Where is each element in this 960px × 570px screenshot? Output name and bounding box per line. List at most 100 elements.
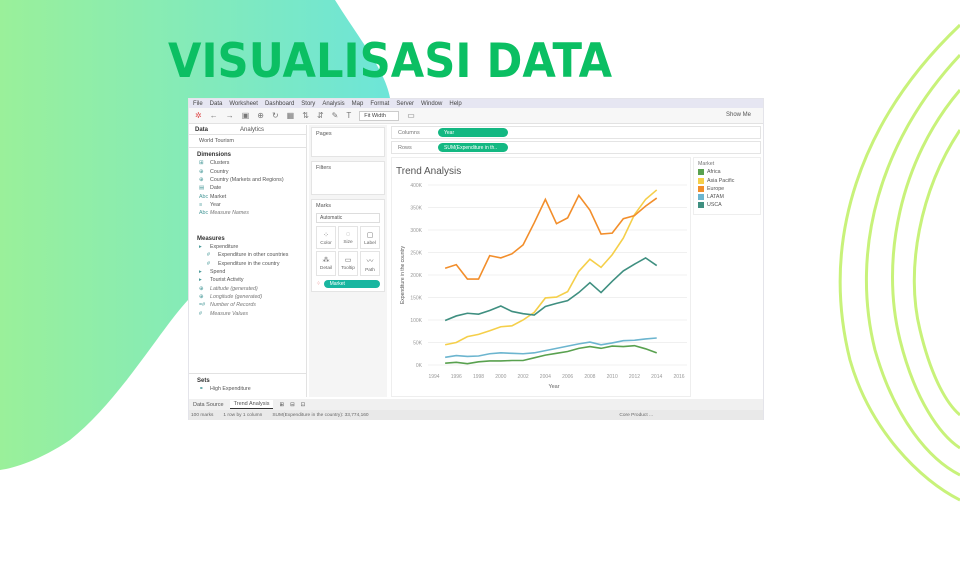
menu-data[interactable]: Data: [210, 101, 223, 107]
new-sheet-icon[interactable]: ▦: [287, 111, 295, 120]
presentation-icon[interactable]: ▭: [407, 111, 415, 120]
toolbar: ✲ ← → ▣ ⊕ ↻ ▦ ⇅ ⇵ ✎ T Fit Width ▭ Show M…: [189, 108, 763, 124]
y-tick-label: 0K: [416, 363, 423, 369]
menu-analysis[interactable]: Analysis: [322, 101, 344, 107]
new-worksheet-icon[interactable]: ⊞: [279, 402, 284, 408]
field-type-icon: ⊕: [199, 285, 204, 292]
field-type-icon: ⊞: [199, 160, 204, 167]
color-icon: ⁘: [316, 281, 321, 287]
rows-shelf[interactable]: Rows SUM(Expenditure in th..: [391, 141, 761, 154]
mark-tooltip-button[interactable]: ▭ Tooltip: [338, 251, 358, 276]
fit-select[interactable]: Fit Width: [359, 110, 400, 121]
menu-format[interactable]: Format: [370, 101, 389, 107]
field-item[interactable]: # Expenditure in other countries: [189, 251, 306, 259]
menu-window[interactable]: Window: [421, 101, 442, 107]
field-item[interactable]: =# Number of Records: [189, 301, 306, 309]
legend-item[interactable]: Asia Pacific: [698, 177, 756, 184]
pages-card[interactable]: Pages: [311, 127, 385, 157]
menu-map[interactable]: Map: [352, 101, 364, 107]
columns-shelf[interactable]: Columns Year: [391, 126, 761, 139]
field-item[interactable]: Abc Market: [189, 193, 306, 201]
x-tick-label: 2002: [518, 374, 529, 380]
field-item[interactable]: ▸ Spend: [189, 268, 306, 276]
field-item[interactable]: ▸ Tourist Activity: [189, 276, 306, 284]
sum-expenditure-pill[interactable]: SUM(Expenditure in th..: [438, 143, 508, 152]
data-source-item[interactable]: World Tourism: [189, 135, 306, 148]
user-menu[interactable]: Core Product ...: [619, 413, 653, 418]
field-type-icon: #: [207, 260, 210, 267]
tab-trend-analysis[interactable]: Trend Analysis: [229, 400, 274, 409]
menu-dashboard[interactable]: Dashboard: [265, 101, 294, 107]
chart-title: Trend Analysis: [396, 166, 461, 177]
tooltip-icon: ▭: [344, 257, 352, 264]
x-tick-label: 2014: [651, 374, 662, 380]
swap-icon[interactable]: ⇅: [302, 111, 309, 120]
field-item[interactable]: ⊞ Clusters: [189, 159, 306, 167]
menu-help[interactable]: Help: [449, 101, 461, 107]
legend-item[interactable]: Africa: [698, 169, 756, 176]
series-line-africa[interactable]: [445, 344, 658, 365]
set-field[interactable]: ⚭ High Expenditure: [189, 385, 306, 393]
field-item[interactable]: # Measure Values: [189, 310, 306, 318]
tableau-window: File Data Worksheet Dashboard Story Analysis M…: [188, 98, 764, 420]
field-item[interactable]: # Expenditure in the country: [189, 259, 306, 267]
field-item[interactable]: ⊕ Longitude (generated): [189, 293, 306, 301]
refresh-icon[interactable]: ↻: [272, 111, 279, 120]
new-dashboard-icon[interactable]: ⊟: [290, 402, 295, 408]
text-icon[interactable]: T: [346, 111, 351, 120]
tableau-logo-icon[interactable]: ✲: [195, 111, 202, 120]
trend-chart: Trend Analysis 0K 50K 100K 150K 200K 250K 300K 3…: [396, 166, 687, 390]
mark-detail-button[interactable]: ⁂ Detail: [316, 251, 336, 276]
field-item[interactable]: ⊕ Country (Markets and Regions): [189, 176, 306, 184]
show-me-button[interactable]: Show Me: [726, 112, 751, 118]
field-item[interactable]: ▤ Date: [189, 184, 306, 192]
menu-worksheet[interactable]: Worksheet: [229, 101, 258, 107]
field-item[interactable]: ⊕ Country: [189, 167, 306, 175]
marks-heading: Marks: [316, 203, 331, 209]
menu-file[interactable]: File: [193, 101, 203, 107]
new-datasource-icon[interactable]: ⊕: [257, 111, 264, 120]
mark-type-select[interactable]: Automatic: [316, 213, 380, 223]
field-item[interactable]: Abc Measure Names: [189, 209, 306, 217]
mark-size-button[interactable]: ◌ Size: [338, 226, 358, 249]
year-pill[interactable]: Year: [438, 128, 508, 137]
mark-path-button[interactable]: 〰 Path: [360, 251, 380, 276]
label-icon: ▢: [366, 232, 374, 239]
filters-card[interactable]: Filters: [311, 161, 385, 195]
data-pane: Data Analytics World Tourism Dimensions ⊞…: [189, 125, 307, 397]
tab-data[interactable]: Data: [189, 125, 234, 134]
field-item[interactable]: ▸ Expenditure: [189, 243, 306, 251]
market-color-pill[interactable]: Market: [323, 280, 380, 288]
market-legend: Market Africa Asia Pacific Europe LATAM USCA: [693, 157, 761, 215]
save-icon[interactable]: ▣: [242, 111, 250, 120]
legend-swatch: [698, 202, 704, 209]
color-icon: ⁘: [323, 232, 329, 239]
legend-swatch: [698, 194, 704, 201]
y-tick-label: 300K: [410, 228, 422, 234]
undo-icon[interactable]: ←: [210, 111, 218, 120]
menu-server[interactable]: Server: [396, 101, 414, 107]
menu-story[interactable]: Story: [301, 101, 315, 107]
legend-item[interactable]: Europe: [698, 185, 756, 192]
legend-title: Market: [698, 161, 715, 167]
tab-analytics[interactable]: Analytics: [234, 125, 270, 134]
tab-data-source[interactable]: Data Source: [193, 402, 224, 408]
legend-item[interactable]: LATAM: [698, 194, 756, 201]
mark-color-button[interactable]: ⁘ Color: [316, 226, 336, 249]
redo-icon[interactable]: →: [226, 111, 234, 120]
size-icon: ◌: [345, 231, 351, 238]
mark-label-button[interactable]: ▢ Label: [360, 226, 380, 249]
field-type-icon: ⊕: [199, 294, 204, 301]
y-tick-label: 100K: [410, 318, 422, 324]
x-tick-label: 1996: [451, 374, 462, 380]
field-item[interactable]: ≡ Year: [189, 201, 306, 209]
sort-icon[interactable]: ⇵: [317, 111, 324, 120]
field-type-icon: ▸: [199, 268, 202, 275]
series-line-usca[interactable]: [444, 256, 658, 322]
legend-item[interactable]: USCA: [698, 202, 756, 209]
y-tick-label: 250K: [410, 251, 422, 257]
new-story-icon[interactable]: ⊡: [301, 402, 306, 408]
field-item[interactable]: ⊕ Latitude (generated): [189, 285, 306, 293]
highlight-icon[interactable]: ✎: [332, 111, 339, 120]
marks-card: Marks Automatic ⁘ Color ◌ Size ▢ Label ⁂ Detail…: [311, 199, 385, 292]
